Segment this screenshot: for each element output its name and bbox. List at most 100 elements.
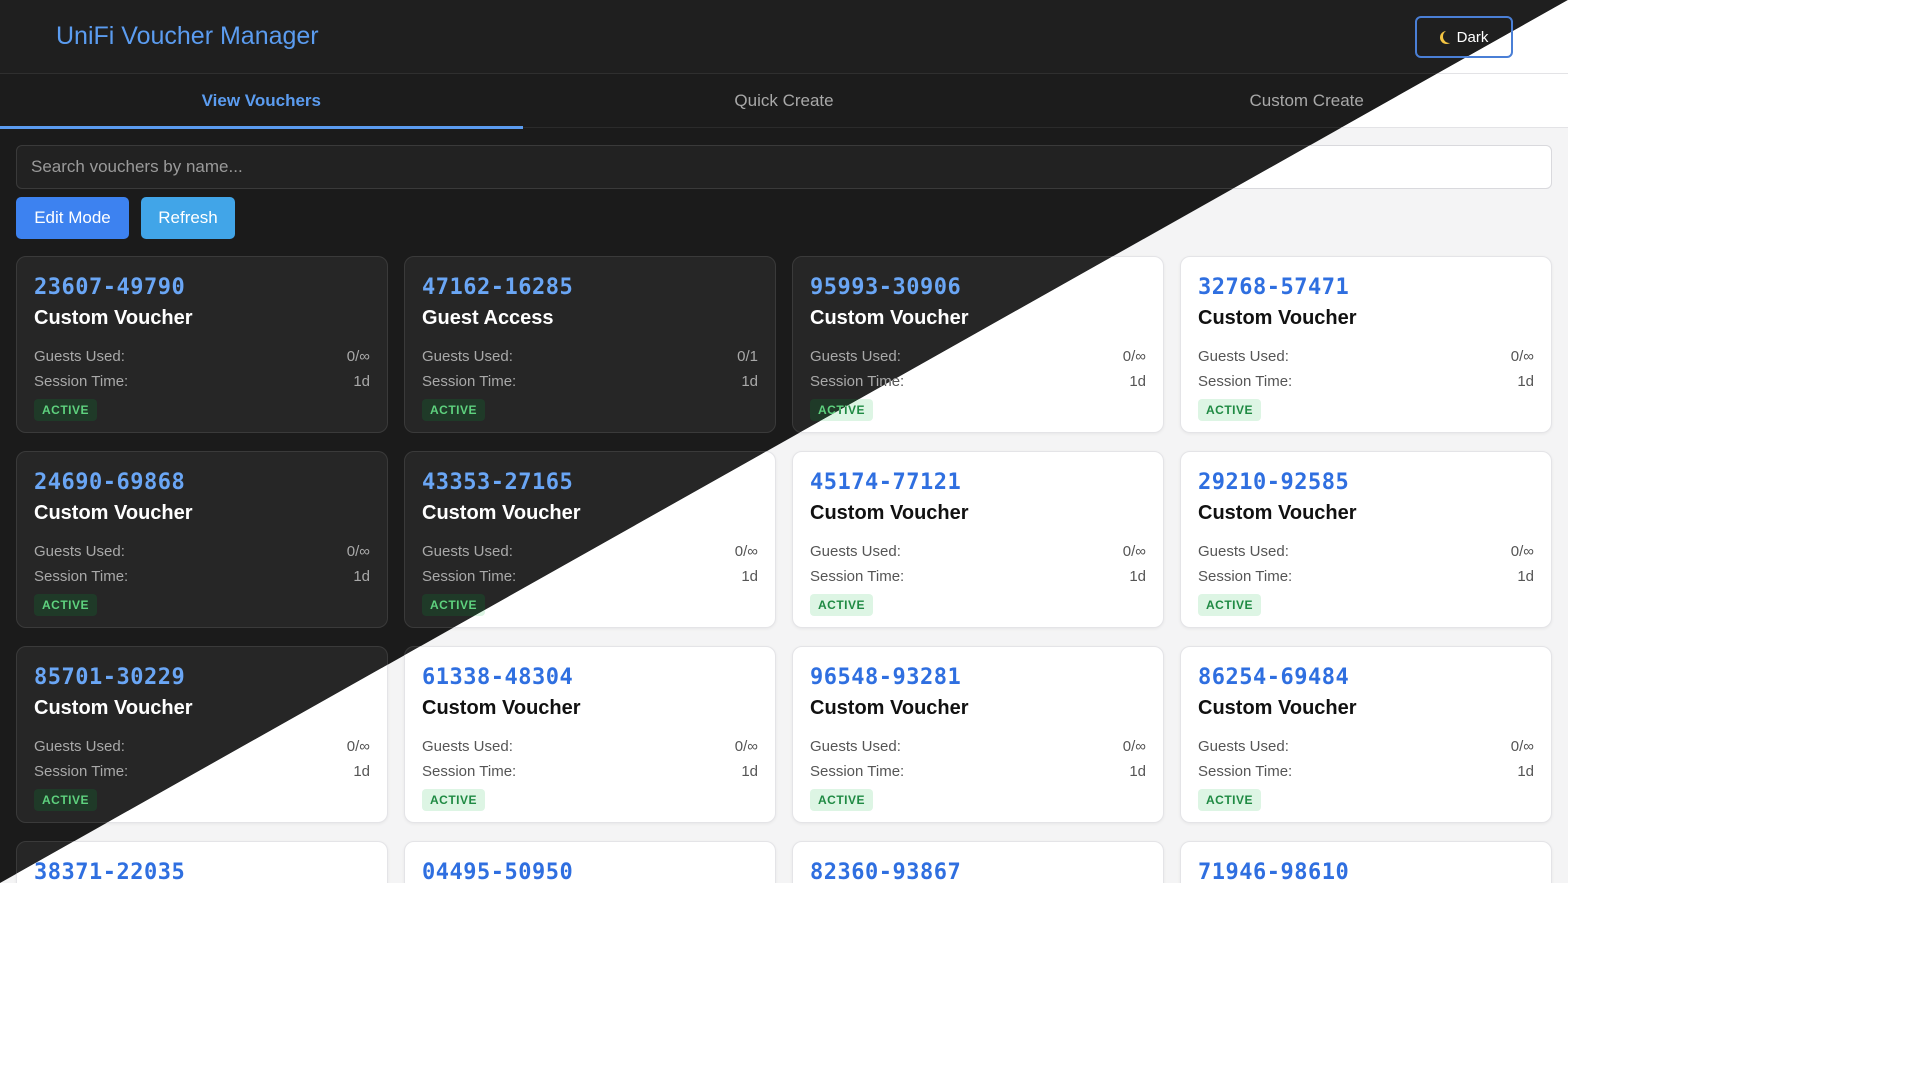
voucher-card[interactable]: 24690-69868 Custom Voucher Guests Used: 0/∞…	[16, 451, 388, 628]
tab-quick-create[interactable]: Quick Create	[523, 74, 1046, 128]
guests-used-label: Guests Used:	[810, 348, 901, 365]
guests-used-value: 0/∞	[1122, 738, 1146, 755]
voucher-code: 04495-50950	[422, 860, 574, 883]
voucher-card[interactable]: 45174-77121 Custom Voucher Guests Used: 0/∞…	[792, 451, 1164, 628]
voucher-code: 96548-93281	[810, 665, 962, 690]
session-time-row: Session Time: 1d	[422, 373, 758, 391]
session-time-value: 1d	[353, 763, 370, 780]
tab-bar: View Vouchers Quick Create Custom Create	[0, 74, 1568, 129]
guests-used-row: Guests Used: 0/∞	[810, 738, 1146, 756]
guests-used-label: Guests Used:	[1198, 543, 1289, 560]
status-badge: ACTIVE	[34, 594, 98, 616]
session-time-value: 1d	[741, 568, 758, 585]
session-time-value: 1d	[1129, 568, 1146, 585]
session-time-value: 1d	[1517, 763, 1534, 780]
guests-used-value: 0/∞	[1122, 543, 1146, 560]
status-badge: ACTIVE	[34, 399, 98, 421]
session-time-value: 1d	[741, 763, 758, 780]
voucher-card[interactable]: 61338-48304 Custom Voucher Guests Used: 0/∞…	[404, 646, 776, 823]
session-time-row: Session Time: 1d	[1198, 763, 1534, 781]
voucher-card[interactable]: 23607-49790 Custom Voucher Guests Used: 0/∞…	[16, 256, 388, 433]
voucher-name: Custom Voucher	[810, 697, 969, 719]
status-badge: ACTIVE	[810, 594, 874, 616]
voucher-name: Custom Voucher	[34, 502, 193, 524]
guests-used-label: Guests Used:	[810, 738, 901, 755]
session-time-value: 1d	[1129, 763, 1146, 780]
voucher-card[interactable]: 71946-98610	[1180, 841, 1552, 883]
guests-used-label: Guests Used:	[1198, 348, 1289, 365]
status-badge: ACTIVE	[1198, 789, 1262, 811]
status-badge: ACTIVE	[34, 789, 98, 811]
session-time-label: Session Time:	[1198, 373, 1293, 390]
voucher-card[interactable]: 82360-93867	[792, 841, 1164, 883]
voucher-card[interactable]: 96548-93281 Custom Voucher Guests Used: 0/∞…	[792, 646, 1164, 823]
voucher-card[interactable]: 38371-22035	[16, 841, 388, 883]
voucher-card[interactable]: 47162-16285 Guest Access Guests Used: 0/1 Se…	[404, 256, 776, 433]
status-badge: ACTIVE	[1198, 399, 1262, 421]
session-time-label: Session Time:	[34, 763, 129, 780]
guests-used-row: Guests Used: 0/1	[422, 348, 758, 366]
guests-used-label: Guests Used:	[422, 738, 513, 755]
voucher-code: 82360-93867	[810, 860, 962, 883]
guests-used-label: Guests Used:	[34, 738, 125, 755]
guests-used-row: Guests Used: 0/∞	[422, 738, 758, 756]
session-time-row: Session Time: 1d	[810, 763, 1146, 781]
voucher-code: 29210-92585	[1198, 470, 1350, 495]
session-time-value: 1d	[353, 373, 370, 390]
session-time-row: Session Time: 1d	[422, 763, 758, 781]
guests-used-row: Guests Used: 0/∞	[810, 543, 1146, 561]
guests-used-value: 0/∞	[1510, 348, 1534, 365]
edit-mode-button[interactable]: Edit Mode	[16, 197, 129, 239]
guests-used-value: 0/∞	[1122, 348, 1146, 365]
session-time-row: Session Time: 1d	[1198, 568, 1534, 586]
voucher-card[interactable]: 32768-57471 Custom Voucher Guests Used: 0/∞…	[1180, 256, 1552, 433]
guests-used-value: 0/∞	[1510, 738, 1534, 755]
voucher-code: 47162-16285	[422, 275, 574, 300]
refresh-button[interactable]: Refresh	[141, 197, 235, 239]
voucher-card[interactable]: 86254-69484 Custom Voucher Guests Used: 0/∞…	[1180, 646, 1552, 823]
status-badge: ACTIVE	[422, 399, 486, 421]
guests-used-value: 0/1	[737, 348, 758, 365]
session-time-row: Session Time: 1d	[1198, 373, 1534, 391]
voucher-code: 23607-49790	[34, 275, 186, 300]
status-badge: ACTIVE	[422, 594, 486, 616]
voucher-code: 85701-30229	[34, 665, 186, 690]
voucher-code: 45174-77121	[810, 470, 962, 495]
session-time-value: 1d	[353, 568, 370, 585]
guests-used-value: 0/∞	[1510, 543, 1534, 560]
session-time-value: 1d	[1517, 373, 1534, 390]
guests-used-value: 0/∞	[346, 348, 370, 365]
voucher-name: Custom Voucher	[810, 502, 969, 524]
voucher-code: 86254-69484	[1198, 665, 1350, 690]
voucher-card[interactable]: 29210-92585 Custom Voucher Guests Used: 0/∞…	[1180, 451, 1552, 628]
guests-used-row: Guests Used: 0/∞	[34, 543, 370, 561]
session-time-value: 1d	[1129, 373, 1146, 390]
voucher-name: Custom Voucher	[1198, 307, 1357, 329]
session-time-label: Session Time:	[1198, 763, 1293, 780]
session-time-value: 1d	[1517, 568, 1534, 585]
session-time-label: Session Time:	[34, 373, 129, 390]
session-time-label: Session Time:	[1198, 568, 1293, 585]
guests-used-row: Guests Used: 0/∞	[34, 348, 370, 366]
guests-used-row: Guests Used: 0/∞	[1198, 348, 1534, 366]
voucher-card[interactable]: 04495-50950	[404, 841, 776, 883]
guests-used-label: Guests Used:	[34, 348, 125, 365]
tab-view-vouchers[interactable]: View Vouchers	[0, 74, 523, 129]
guests-used-value: 0/∞	[346, 543, 370, 560]
guests-used-value: 0/∞	[346, 738, 370, 755]
guests-used-value: 0/∞	[734, 543, 758, 560]
guests-used-label: Guests Used:	[810, 543, 901, 560]
voucher-code: 24690-69868	[34, 470, 186, 495]
voucher-code: 38371-22035	[34, 860, 186, 883]
voucher-name: Custom Voucher	[34, 307, 193, 329]
guests-used-label: Guests Used:	[422, 348, 513, 365]
session-time-row: Session Time: 1d	[810, 568, 1146, 586]
voucher-name: Custom Voucher	[422, 697, 581, 719]
guests-used-row: Guests Used: 0/∞	[1198, 543, 1534, 561]
app-title: UniFi Voucher Manager	[56, 22, 319, 50]
theme-toggle-label: Dark	[1456, 28, 1489, 46]
session-time-label: Session Time:	[422, 373, 517, 390]
voucher-code: 61338-48304	[422, 665, 574, 690]
status-badge: ACTIVE	[1198, 594, 1262, 616]
voucher-code: 32768-57471	[1198, 275, 1350, 300]
